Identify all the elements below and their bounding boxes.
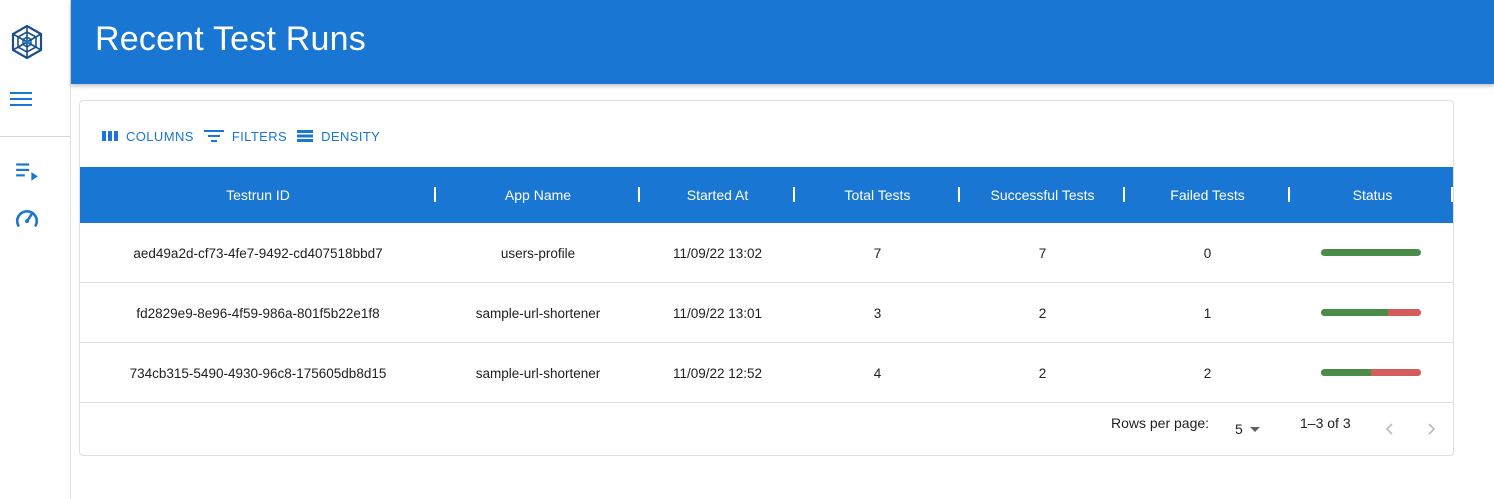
cell-testrun-id: fd2829e9-8e96-4f59-986a-801f5b22e1f8	[136, 305, 380, 321]
filter-icon	[203, 130, 224, 142]
chevron-right-icon[interactable]	[1421, 419, 1441, 439]
cell-testrun-id: 734cb315-5490-4930-96c8-175605db8d15	[129, 365, 387, 381]
column-header-successful-tests[interactable]: Successful Tests	[960, 167, 1125, 223]
cell-app-name: sample-url-shortener	[475, 305, 601, 321]
status-success-segment	[1321, 369, 1371, 376]
column-header-total-tests[interactable]: Total Tests	[795, 167, 960, 223]
table-row[interactable]: aed49a2d-cf73-4fe7-9492-cd407518bbd7 use…	[80, 223, 1453, 283]
column-header-status[interactable]: Status	[1290, 167, 1453, 223]
columns-icon	[102, 131, 118, 141]
cell-started-at: 11/09/22 12:52	[672, 365, 763, 381]
chevron-left-icon[interactable]	[1380, 419, 1400, 439]
status-progress-bar	[1321, 309, 1421, 316]
cell-failed-tests: 2	[1203, 365, 1212, 381]
column-header-testrun-id[interactable]: Testrun ID	[80, 167, 436, 223]
caret-down-icon	[1249, 426, 1260, 432]
columns-button[interactable]: COLUMNS	[102, 129, 194, 144]
data-grid: COLUMNS FILTERS DENSITY Testrun ID App N…	[79, 100, 1454, 456]
cell-successful-tests: 7	[1038, 245, 1047, 261]
status-success-segment	[1321, 249, 1421, 256]
sidebar	[0, 0, 71, 499]
cell-total-tests: 4	[873, 365, 882, 381]
status-progress-bar	[1321, 249, 1421, 256]
sidebar-divider	[0, 136, 70, 137]
cell-failed-tests: 1	[1203, 305, 1212, 321]
density-button[interactable]: DENSITY	[297, 129, 380, 144]
status-failure-segment	[1371, 369, 1421, 376]
rows-per-page-value: 5	[1235, 421, 1243, 437]
column-header-app-name[interactable]: App Name	[436, 167, 640, 223]
app-bar: Recent Test Runs	[71, 0, 1494, 84]
filters-button[interactable]: FILTERS	[203, 128, 288, 144]
pagination: Rows per page: 5 1–3 of 3	[80, 403, 1453, 455]
cell-testrun-id: aed49a2d-cf73-4fe7-9492-cd407518bbd7	[133, 245, 383, 261]
cell-started-at: 11/09/22 13:01	[672, 305, 763, 321]
cell-started-at: 11/09/22 13:02	[672, 245, 763, 261]
hamburger-menu-icon[interactable]	[10, 86, 36, 112]
page-title: Recent Test Runs	[95, 20, 366, 58]
column-header-failed-tests[interactable]: Failed Tests	[1125, 167, 1290, 223]
table-header: Testrun ID App Name Started At Total Tes…	[80, 167, 1453, 223]
cell-total-tests: 7	[873, 245, 882, 261]
density-icon	[297, 130, 314, 142]
status-success-segment	[1321, 309, 1388, 316]
table-row[interactable]: fd2829e9-8e96-4f59-986a-801f5b22e1f8 sam…	[80, 283, 1453, 343]
filters-label: FILTERS	[231, 128, 288, 144]
cell-successful-tests: 2	[1038, 365, 1047, 381]
rows-per-page-label: Rows per page:	[1111, 415, 1210, 431]
cell-successful-tests: 2	[1038, 305, 1047, 321]
density-label: DENSITY	[321, 128, 381, 144]
status-progress-bar	[1321, 369, 1421, 376]
columns-label: COLUMNS	[126, 128, 194, 144]
cell-app-name: sample-url-shortener	[475, 365, 601, 381]
column-separator[interactable]	[1451, 187, 1453, 202]
rows-per-page-select[interactable]: 5	[1235, 421, 1260, 437]
status-failure-segment	[1387, 309, 1421, 316]
column-header-started-at[interactable]: Started At	[640, 167, 795, 223]
cell-total-tests: 3	[873, 305, 882, 321]
cell-app-name: users-profile	[500, 245, 576, 261]
grid-toolbar: COLUMNS FILTERS DENSITY	[102, 127, 390, 145]
playlist-play-icon[interactable]	[14, 158, 40, 184]
speedometer-icon[interactable]	[14, 206, 40, 232]
spider-web-logo-icon[interactable]	[9, 24, 45, 60]
page-range-label: 1–3 of 3	[1300, 415, 1351, 431]
table-row[interactable]: 734cb315-5490-4930-96c8-175605db8d15 sam…	[80, 343, 1453, 403]
cell-failed-tests: 0	[1203, 245, 1212, 261]
